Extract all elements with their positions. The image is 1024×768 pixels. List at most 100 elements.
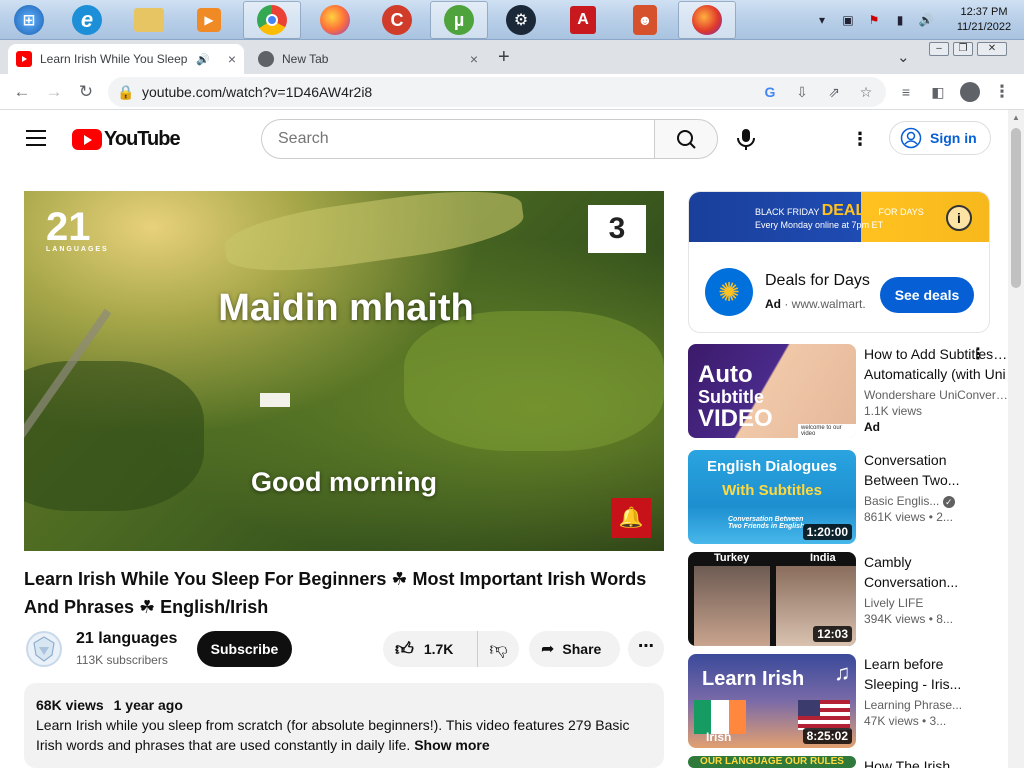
description-box[interactable]: 68K views 1 year ago Learn Irish while y…	[24, 683, 664, 768]
video-thumbnail[interactable]: OUR LANGUAGE OUR RULES	[688, 756, 856, 768]
url-text: youtube.com/watch?v=1D46AW4r2i8	[142, 84, 373, 100]
recommended-video[interactable]: Auto Subtitle VIDEO welcome to our video…	[688, 344, 1008, 438]
clock-date: 11/21/2022	[956, 21, 1012, 33]
tab-new-tab[interactable]: New Tab ×	[250, 44, 486, 74]
tab-close-icon[interactable]: ×	[470, 51, 478, 67]
system-clock[interactable]: 12:37 PM 11/21/2022	[944, 5, 1024, 35]
tray-power-icon[interactable]: ▮	[892, 12, 908, 28]
address-bar[interactable]: 🔒 youtube.com/watch?v=1D46AW4r2i8 G ⇩ ⇗ …	[108, 77, 886, 107]
taskbar-chrome[interactable]	[243, 1, 301, 39]
ad-banner-line1: BLACK FRIDAY	[755, 207, 820, 217]
video-thumbnail[interactable]: Learn Irish ♫ Irish 8:25:02	[688, 654, 856, 748]
profile-icon[interactable]	[958, 80, 982, 104]
hamburger-menu-icon[interactable]	[26, 130, 46, 146]
video-menu-icon[interactable]: ⋮	[970, 344, 986, 364]
taskbar-firefox[interactable]	[306, 1, 364, 39]
recommended-video[interactable]: Learn Irish ♫ Irish 8:25:02 Learn before…	[688, 654, 1008, 748]
taskbar-utorrent[interactable]: µ	[430, 1, 488, 39]
channel-name[interactable]: Learning Phrase...	[864, 698, 1008, 712]
taskbar-firefox-nightly[interactable]	[678, 1, 736, 39]
voice-search-button[interactable]	[728, 121, 764, 157]
chrome-icon	[257, 5, 287, 35]
video-thumbnail[interactable]: Turkey India 12:03	[688, 552, 856, 646]
more-actions-icon[interactable]: ⋯	[628, 631, 664, 667]
search-input[interactable]	[278, 130, 618, 148]
taskbar-file-explorer[interactable]	[120, 1, 178, 39]
sign-in-button[interactable]: Sign in	[889, 121, 991, 155]
page-scrollbar[interactable]: ▲	[1008, 110, 1024, 768]
subscribe-bell-icon[interactable]: 🔔	[611, 498, 651, 538]
recommended-video[interactable]: OUR LANGUAGE OUR RULES How The Irish	[688, 756, 1008, 768]
tray-expand-icon[interactable]: ▾	[814, 12, 830, 28]
video-title[interactable]: Cambly Conversation...	[864, 552, 1008, 592]
youtube-logo[interactable]: YouTube	[72, 128, 181, 151]
channel-name[interactable]: Basic Englis... ✓	[864, 494, 1008, 508]
show-more-link[interactable]: Show more	[414, 737, 489, 753]
close-window-button[interactable]: ✕	[977, 42, 1007, 56]
video-title[interactable]: Conversation Between Two...	[864, 450, 1008, 490]
sponsored-ad-card[interactable]: BLACK FRIDAY DEALS FOR DAYS Every Monday…	[688, 191, 990, 333]
taskbar-media-player[interactable]: ▶	[180, 1, 238, 39]
search-button[interactable]	[654, 119, 718, 159]
back-icon[interactable]: ←	[10, 80, 34, 104]
tab-audio-icon[interactable]: 🔊	[196, 53, 210, 66]
video-title[interactable]: How to Add Subtitles to Automatically (wi…	[864, 344, 1008, 384]
youtube-header: YouTube ⋮ Sign in	[0, 110, 1008, 168]
dislike-button[interactable]: 👎︎	[478, 638, 519, 660]
install-icon[interactable]: ⇩	[792, 82, 812, 102]
taskbar-steam[interactable]: ⚙	[492, 1, 550, 39]
minimize-button[interactable]: –	[929, 42, 949, 56]
taskbar-internet-explorer[interactable]: e	[58, 1, 116, 39]
video-title[interactable]: How The Irish	[864, 756, 1008, 768]
video-title[interactable]: Learn before Sleeping - Iris...	[864, 654, 1008, 694]
scroll-up-icon[interactable]: ▲	[1012, 113, 1020, 122]
bookmark-star-icon[interactable]: ☆	[856, 82, 876, 102]
channel-watermark: 21 LANGUAGES	[46, 205, 109, 253]
see-deals-button[interactable]: See deals	[880, 277, 974, 313]
tray-security-icon[interactable]: ⚑	[866, 12, 882, 28]
tab-close-icon[interactable]: ×	[228, 51, 236, 67]
reload-icon[interactable]: ↻	[74, 80, 98, 104]
scroll-thumb[interactable]	[1011, 128, 1021, 288]
video-thumbnail[interactable]: English Dialogues With Subtitles Convers…	[688, 450, 856, 544]
ad-info-icon[interactable]: i	[946, 205, 972, 231]
channel-avatar[interactable]	[26, 631, 62, 667]
like-dislike-group: 👍︎ 1.7K 👎︎	[383, 631, 519, 667]
chrome-menu-icon[interactable]: ⋮	[990, 80, 1014, 104]
video-thumbnail[interactable]: Auto Subtitle VIDEO welcome to our video	[688, 344, 856, 438]
video-player[interactable]: 21 LANGUAGES 3 Maidin mhaith Good mornin…	[24, 191, 664, 551]
tray-volume-icon[interactable]: 🔊	[918, 12, 934, 28]
forward-icon[interactable]: →	[42, 80, 66, 104]
youtube-favicon-icon	[16, 51, 32, 67]
lock-icon[interactable]: 🔒	[116, 82, 136, 102]
start-button[interactable]: ⊞	[0, 1, 58, 39]
ad-banner-image[interactable]: BLACK FRIDAY DEALS FOR DAYS Every Monday…	[689, 192, 989, 242]
media-control-icon[interactable]: ≡	[894, 80, 918, 104]
tray-network-icon[interactable]: ▣	[840, 12, 856, 28]
windows-taskbar: ⊞ e ▶ C µ ⚙ A ☻ ▾ ▣ ⚑ ▮ 🔊 12:37 PM 11/21…	[0, 0, 1024, 40]
channel-name[interactable]: 21 languages	[76, 630, 177, 648]
share-page-icon[interactable]: ⇗	[824, 82, 844, 102]
channel-name[interactable]: Lively LIFE	[864, 596, 1008, 610]
thumb-caption: Auto Subtitle VIDEO	[698, 361, 773, 432]
share-button[interactable]: ➦ Share	[529, 631, 620, 667]
settings-menu-icon[interactable]: ⋮	[850, 129, 870, 149]
restore-button[interactable]: ❐	[953, 42, 973, 56]
taskbar-pdf-reader[interactable]: A	[554, 1, 612, 39]
taskbar-game-app[interactable]: ☻	[616, 1, 674, 39]
recommended-video[interactable]: English Dialogues With Subtitles Convers…	[688, 450, 1008, 544]
tab-youtube[interactable]: Learn Irish While You Sleep F 🔊 ×	[8, 44, 244, 74]
verified-check-icon: ✓	[942, 496, 955, 508]
share-label: Share	[562, 641, 602, 657]
like-button[interactable]: 👍︎ 1.7K	[383, 631, 478, 667]
taskbar-ccleaner[interactable]: C	[368, 1, 426, 39]
subscribe-button[interactable]: Subscribe	[197, 631, 292, 667]
google-lens-icon[interactable]: G	[760, 82, 780, 102]
tab-search-button[interactable]: ⌄	[897, 48, 910, 66]
ad-title[interactable]: Deals for Days	[765, 272, 870, 290]
recommended-video[interactable]: Turkey India 12:03 Cambly Conversation...…	[688, 552, 1008, 646]
channel-name[interactable]: Wondershare UniConverter	[864, 388, 1008, 402]
thumb-caption: With Subtitles	[722, 482, 822, 499]
new-tab-button[interactable]: +	[498, 46, 510, 69]
side-panel-icon[interactable]: ◧	[926, 80, 950, 104]
